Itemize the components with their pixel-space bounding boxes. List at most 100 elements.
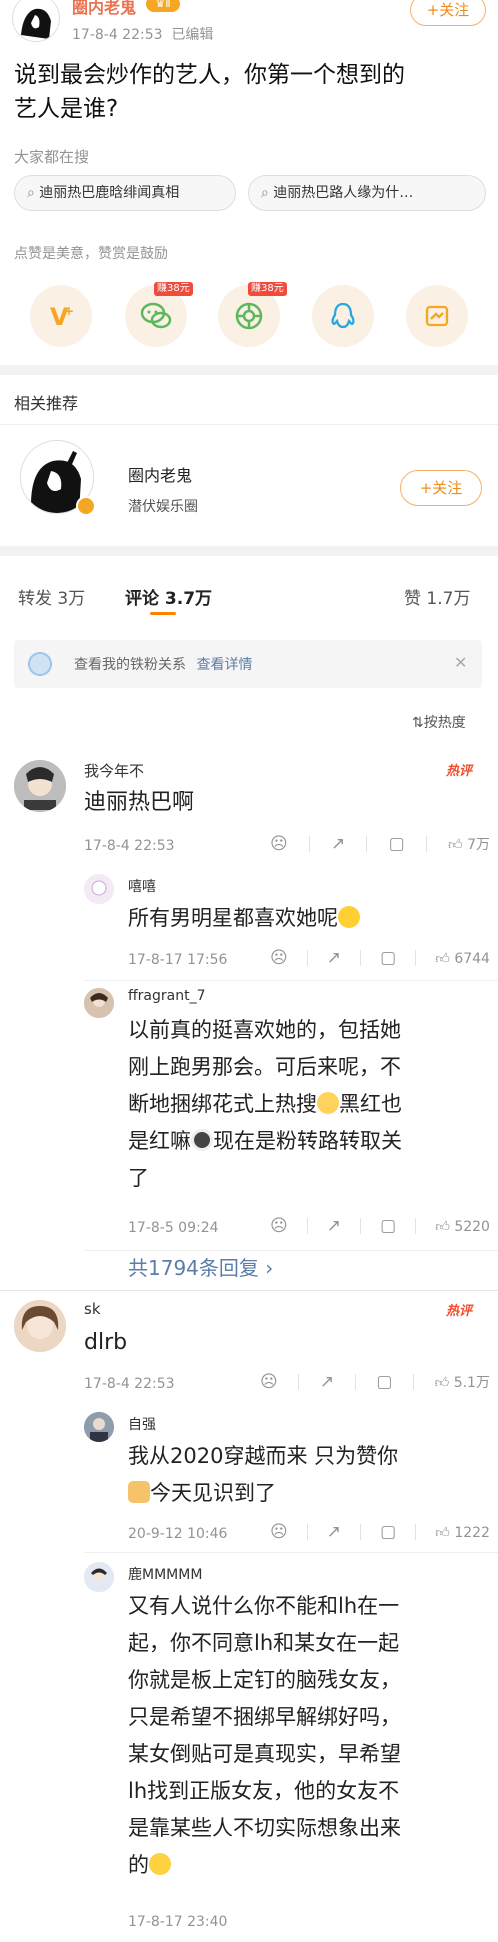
comment-text: dlrb	[84, 1330, 128, 1355]
reply-time: 17-8-17 17:56	[128, 952, 228, 968]
reply-avatar[interactable]	[84, 1562, 114, 1592]
comment-username[interactable]: 我今年不	[84, 760, 144, 781]
thumb-icon: 👍︎	[435, 1524, 450, 1541]
sort-toggle[interactable]: ⇅按热度	[412, 712, 466, 732]
author-avatar[interactable]	[12, 0, 60, 42]
reply-icon[interactable]: ▢	[380, 1216, 396, 1236]
comment-time: 17-8-4 22:53	[84, 1376, 175, 1392]
comment-actions: ☹ ↗ ▢ 👍︎ 7万	[270, 834, 490, 854]
tab-likes[interactable]: 赞 1.7万	[404, 584, 470, 609]
reply-divider	[84, 980, 498, 981]
qq-icon	[331, 302, 355, 329]
like-button[interactable]: 👍︎ 5220	[435, 1218, 490, 1235]
share-icon[interactable]: ↗	[327, 1522, 341, 1542]
qq-button[interactable]	[312, 285, 374, 347]
reply-time: 20-9-12 10:46	[128, 1526, 228, 1542]
fans-shield-icon	[28, 652, 52, 676]
related-name[interactable]: 圈内老鬼	[128, 462, 192, 486]
more-replies-link[interactable]: 共1794条回复 ›	[128, 1252, 273, 1281]
reply-username[interactable]: ffragrant_7	[128, 988, 205, 1004]
reply-avatar[interactable]	[84, 1412, 114, 1442]
reply-icon[interactable]: ▢	[380, 948, 396, 968]
hot-search-emoji-icon	[317, 1092, 339, 1114]
reply-avatar[interactable]	[84, 988, 114, 1018]
like-button[interactable]: 👍︎ 7万	[448, 834, 490, 854]
like-button[interactable]: 👍︎ 5.1万	[435, 1372, 490, 1392]
hot-comment-badge: 热评	[446, 1304, 473, 1319]
reply-divider	[84, 1250, 498, 1251]
comment-avatar[interactable]	[14, 1300, 66, 1352]
comment-avatar-image	[14, 760, 66, 812]
section-separator	[0, 365, 498, 375]
hot-comment-badge: 热评	[446, 764, 473, 779]
reply-icon[interactable]: ▢	[380, 1522, 396, 1542]
panda-emoji-icon	[191, 1129, 213, 1151]
reply-icon[interactable]: ▢	[376, 1372, 392, 1392]
reply-avatar-image	[84, 874, 114, 904]
wechat-earn-badge: 赚38元	[154, 282, 193, 296]
search-icon: ⌕	[261, 185, 269, 201]
related-follow-button[interactable]: +关注	[400, 470, 482, 506]
wechat-icon	[140, 302, 172, 329]
share-icon[interactable]: ↗	[327, 1216, 341, 1236]
comment-avatar-image	[14, 1300, 66, 1352]
smile-emoji-icon	[149, 1853, 171, 1875]
moments-icon	[235, 302, 263, 330]
comment-text: 迪丽热巴啊	[84, 790, 195, 815]
qzone-icon	[425, 305, 449, 327]
dislike-icon[interactable]: ☹	[260, 1372, 278, 1392]
close-icon[interactable]: ✕	[454, 653, 467, 672]
reply-username[interactable]: 嘻嘻	[128, 876, 156, 896]
reply-icon[interactable]: ▢	[389, 834, 405, 854]
reply-actions: ☹ ↗ ▢ 👍︎ 6744	[270, 948, 490, 968]
comment-actions: ☹ ↗ ▢ 👍︎ 5.1万	[260, 1372, 490, 1392]
reply-actions: ☹ ↗ ▢ 👍︎ 1222	[270, 1522, 490, 1542]
thumbs-up-emoji-icon	[128, 1481, 150, 1503]
reply-text: 我从2020穿越而来 只为赞你 今天见识到了	[128, 1444, 399, 1505]
qzone-button[interactable]	[406, 285, 468, 347]
share-icon[interactable]: ↗	[327, 948, 341, 968]
search-chip-1[interactable]: ⌕ 迪丽热巴鹿晗绯闻真相	[14, 175, 236, 211]
like-button[interactable]: 👍︎ 6744	[435, 950, 490, 967]
moments-earn-badge: 赚38元	[248, 282, 287, 296]
reply-username[interactable]: 鹿MMMMM	[128, 1564, 202, 1584]
like-button[interactable]: 👍︎ 1222	[435, 1524, 490, 1541]
post-text: 说到最会炒作的艺人，你第一个想到的 艺人是谁?	[14, 62, 405, 122]
fans-banner[interactable]: 查看我的铁粉关系 查看详情 ✕	[14, 640, 482, 688]
thumb-icon: 👍︎	[447, 837, 463, 853]
level-badge: ♛Ⅱ	[146, 0, 180, 12]
tab-active-indicator	[150, 612, 176, 615]
reply-time: 17-8-5 09:24	[128, 1220, 219, 1236]
comment-avatar[interactable]	[14, 760, 66, 812]
fans-detail-link[interactable]: 查看详情	[196, 657, 252, 673]
share-icon[interactable]: ↗	[331, 834, 345, 854]
sort-icon: ⇅	[412, 715, 424, 731]
dislike-icon[interactable]: ☹	[270, 1522, 288, 1542]
author-name[interactable]: 圈内老鬼	[72, 0, 136, 18]
related-divider	[0, 424, 498, 425]
author-avatar-image	[13, 0, 59, 41]
section-separator-2	[0, 546, 498, 556]
dislike-icon[interactable]: ☹	[270, 948, 288, 968]
search-chip-2[interactable]: ⌕ 迪丽热巴路人缘为什…	[248, 175, 486, 211]
dislike-icon[interactable]: ☹	[270, 1216, 288, 1236]
svg-text:+: +	[64, 304, 74, 318]
reply-avatar-image	[84, 988, 114, 1018]
reply-divider	[84, 1552, 498, 1553]
reply-avatar[interactable]	[84, 874, 114, 904]
related-label: 相关推荐	[14, 394, 79, 413]
share-icon[interactable]: ↗	[320, 1372, 334, 1392]
dislike-icon[interactable]: ☹	[270, 834, 288, 854]
related-verified-icon	[76, 496, 96, 516]
tab-repost[interactable]: 转发 3万	[18, 584, 85, 609]
follow-button[interactable]: +关注	[410, 0, 486, 26]
shy-emoji-icon	[338, 906, 360, 928]
tab-comments[interactable]: 评论 3.7万	[125, 584, 212, 609]
search-label: 大家都在搜	[14, 148, 90, 166]
reply-avatar-image	[84, 1412, 114, 1442]
weibo-v-button[interactable]: V +	[30, 285, 92, 347]
comment-divider	[0, 1290, 498, 1291]
reply-username[interactable]: 自强	[128, 1414, 156, 1434]
reply-actions: ☹ ↗ ▢ 👍︎ 5220	[270, 1216, 490, 1236]
comment-username[interactable]: sk	[84, 1300, 101, 1318]
